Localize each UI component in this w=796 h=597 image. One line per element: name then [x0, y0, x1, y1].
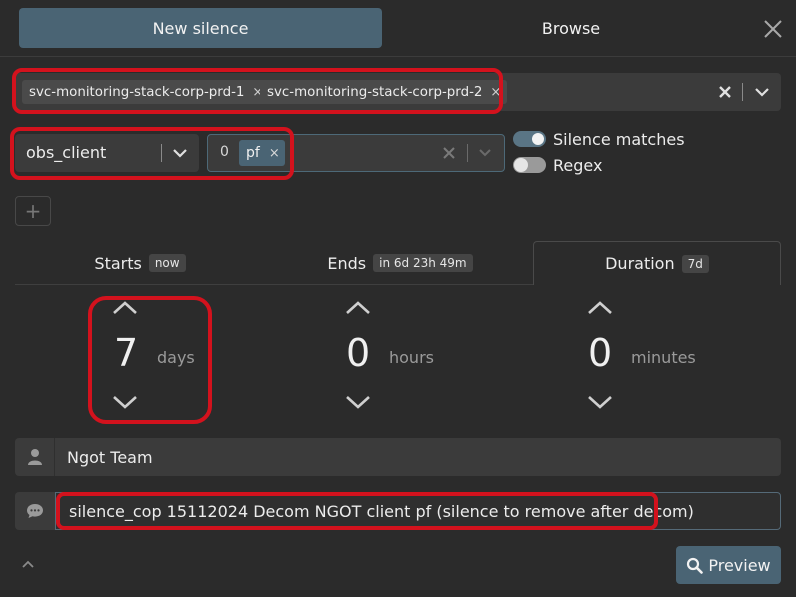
ends-badge: in 6d 23h 49m	[373, 254, 473, 272]
chevron-down-icon[interactable]	[752, 84, 772, 100]
annotation-highlight	[10, 127, 294, 180]
hours-unit: hours	[389, 348, 434, 367]
tab-ends[interactable]: Ends in 6d 23h 49m	[275, 241, 525, 285]
hours-decrement-icon[interactable]	[344, 394, 372, 410]
user-icon	[28, 449, 42, 465]
tab-new-silence[interactable]: New silence	[19, 8, 382, 48]
clear-icon[interactable]	[716, 82, 734, 102]
tab-starts[interactable]: Starts now	[15, 241, 265, 285]
hours-increment-icon[interactable]	[344, 300, 372, 316]
clear-icon[interactable]	[442, 145, 456, 161]
minutes-increment-icon[interactable]	[586, 300, 614, 316]
author-input[interactable]: Ngot Team	[55, 438, 781, 476]
comment-icon-box	[15, 492, 55, 530]
minutes-decrement-icon[interactable]	[586, 394, 614, 410]
preview-button[interactable]: Preview	[676, 546, 781, 584]
annotation-highlight	[88, 296, 212, 424]
divider	[742, 83, 743, 101]
silence-matches-toggle[interactable]	[513, 131, 546, 147]
add-matcher-button[interactable]: +	[15, 196, 51, 226]
close-icon[interactable]	[758, 14, 788, 44]
silence-matches-label: Silence matches	[553, 130, 685, 149]
regex-label: Regex	[553, 156, 603, 175]
duration-badge: 7d	[681, 254, 709, 273]
annotation-highlight	[56, 492, 658, 530]
comment-icon	[27, 504, 43, 518]
search-icon	[687, 557, 704, 574]
annotation-highlight	[12, 68, 503, 114]
minutes-value: 0	[588, 331, 613, 375]
chevron-down-icon[interactable]	[477, 147, 493, 159]
tab-browse[interactable]: Browse	[430, 8, 712, 48]
author-icon-box	[15, 438, 55, 476]
tab-duration[interactable]: Duration 7d	[533, 241, 781, 285]
chevron-up-icon[interactable]	[20, 558, 36, 570]
regex-toggle[interactable]	[513, 157, 546, 173]
divider	[467, 144, 468, 162]
minutes-unit: minutes	[631, 348, 696, 367]
starts-badge: now	[148, 254, 186, 272]
hours-value: 0	[346, 331, 371, 375]
